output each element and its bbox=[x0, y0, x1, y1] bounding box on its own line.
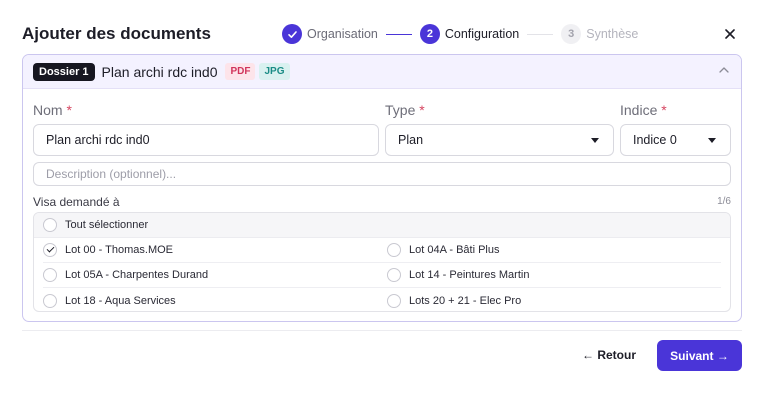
type-select-value: Plan bbox=[398, 133, 424, 147]
visa-list: Tout sélectionner Lot 00 - Thomas.MOE Lo… bbox=[33, 212, 731, 312]
step-label: Configuration bbox=[444, 27, 520, 41]
step-synthese[interactable]: 3 Synthèse bbox=[561, 24, 638, 44]
type-select[interactable]: Plan bbox=[385, 124, 614, 156]
visa-label: Visa demandé à bbox=[33, 195, 120, 209]
visa-option[interactable]: Lot 00 - Thomas.MOE bbox=[43, 238, 382, 263]
indice-select[interactable]: Indice 0 bbox=[620, 124, 731, 156]
select-all-radio[interactable] bbox=[43, 218, 57, 232]
file-type-tag-pdf: PDF bbox=[225, 63, 256, 80]
close-button[interactable] bbox=[722, 26, 738, 42]
document-card: Dossier 1 Plan archi rdc ind0 PDF JPG No… bbox=[22, 54, 742, 322]
checkmark-icon bbox=[282, 24, 302, 44]
visa-checkbox[interactable] bbox=[43, 293, 57, 308]
visa-option[interactable]: Lots 20 + 21 - Elec Pro bbox=[382, 288, 721, 311]
step-connector bbox=[527, 33, 554, 35]
footer-divider bbox=[22, 330, 742, 331]
select-all-label: Tout sélectionner bbox=[65, 219, 149, 231]
caret-down-icon bbox=[591, 138, 599, 143]
visa-option-label: Lot 00 - Thomas.MOE bbox=[65, 244, 174, 256]
document-card-header[interactable]: Dossier 1 Plan archi rdc ind0 PDF JPG bbox=[23, 55, 741, 89]
visa-checkbox[interactable] bbox=[43, 268, 57, 282]
visa-option-label: Lot 18 - Aqua Services bbox=[65, 294, 176, 307]
checkmark-icon bbox=[46, 244, 54, 253]
visa-checkbox[interactable] bbox=[387, 293, 401, 308]
visa-option-label: Lot 14 - Peintures Martin bbox=[409, 269, 530, 281]
file-type-tag-jpg: JPG bbox=[259, 63, 290, 80]
next-button[interactable]: Suivant → bbox=[657, 340, 742, 371]
visa-count: 1/6 bbox=[717, 196, 731, 207]
step-connector bbox=[385, 33, 412, 35]
back-button[interactable]: ← Retour bbox=[582, 346, 636, 364]
visa-checkbox[interactable] bbox=[387, 243, 401, 257]
step-number: 3 bbox=[561, 24, 582, 44]
visa-checkbox[interactable] bbox=[387, 268, 401, 282]
stepper: Organisation 2 Configuration 3 Synthèse bbox=[282, 24, 638, 44]
add-documents-modal: Ajouter des documents Organisation 2 Con… bbox=[0, 0, 764, 393]
modal-title: Ajouter des documents bbox=[22, 24, 211, 43]
close-icon bbox=[725, 29, 735, 39]
dossier-badge: Dossier 1 bbox=[33, 62, 95, 81]
step-label: Synthèse bbox=[586, 27, 639, 41]
visa-checkbox-checked[interactable] bbox=[43, 243, 57, 257]
visa-option[interactable]: Lot 04A - Bâti Plus bbox=[382, 238, 721, 263]
indice-label: Indice * bbox=[620, 102, 667, 118]
visa-option[interactable]: Lot 14 - Peintures Martin bbox=[382, 263, 721, 288]
visa-option-label: Lot 05A - Charpentes Durand bbox=[65, 269, 209, 281]
chevron-up-icon[interactable] bbox=[719, 65, 729, 75]
visa-option-label: Lots 20 + 21 - Elec Pro bbox=[409, 294, 522, 307]
step-label: Organisation bbox=[307, 27, 378, 41]
visa-option-label: Lot 04A - Bâti Plus bbox=[409, 244, 500, 256]
nom-label: Nom * bbox=[33, 102, 72, 118]
step-organisation[interactable]: Organisation bbox=[282, 24, 378, 44]
step-number: 2 bbox=[419, 24, 440, 44]
visa-option[interactable]: Lot 05A - Charpentes Durand bbox=[43, 263, 382, 288]
nom-input[interactable]: Plan archi rdc ind0 bbox=[33, 124, 379, 156]
step-configuration[interactable]: 2 Configuration bbox=[419, 24, 520, 44]
document-name: Plan archi rdc ind0 bbox=[101, 63, 218, 80]
visa-option[interactable]: Lot 18 - Aqua Services bbox=[43, 288, 382, 311]
description-input[interactable]: Description (optionnel)... bbox=[33, 162, 731, 186]
type-label: Type * bbox=[385, 102, 425, 118]
visa-options-grid: Lot 00 - Thomas.MOE Lot 04A - Bâti Plus … bbox=[34, 238, 730, 311]
caret-down-icon bbox=[708, 138, 716, 143]
indice-select-value: Indice 0 bbox=[633, 133, 677, 147]
select-all-row[interactable]: Tout sélectionner bbox=[34, 213, 730, 238]
